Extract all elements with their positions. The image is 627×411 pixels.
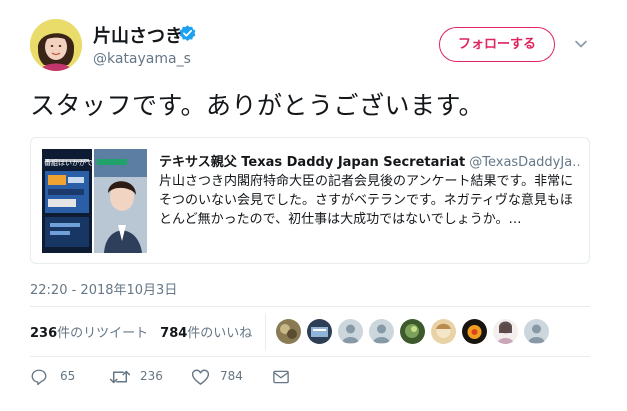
user-handle[interactable]: @katayama_s [93,51,191,67]
liker-avatar[interactable] [338,319,363,344]
liker-avatar[interactable] [276,319,301,344]
tweet-timestamp[interactable]: 22:20 - 2018年10月3日 [30,279,177,298]
divider [30,306,590,307]
quoted-tweet-text: 片山さつき内閣府特命大臣の記者会見後のアンケート結果です。非常にそつのいない会見… [159,174,574,227]
avatar[interactable] [30,19,82,71]
quoted-tweet-media[interactable]: 番組はいかがで [42,149,147,253]
like-count: 784 [220,369,243,383]
media-overlay-text: 番組はいかがで [44,158,93,167]
reply-count: 65 [60,369,76,383]
stats-separator [265,313,266,351]
chevron-down-icon[interactable] [574,37,588,51]
reply-icon [31,369,47,386]
likes-stat[interactable]: 784件のいいね [160,326,252,341]
retweets-count: 236 [30,326,58,341]
quoted-tweet-card[interactable]: 番組はいかがで テキサス親父 Texas Daddy Japan Secreta… [30,137,590,264]
reply-button[interactable]: 65 [30,366,90,388]
divider [30,356,590,357]
follow-button[interactable]: フォローする [439,27,555,62]
tweet-text: スタッフです。ありがとうございます。 [30,91,485,120]
display-name[interactable]: 片山さつき [93,22,183,48]
heart-icon [191,369,210,385]
verified-badge-icon [179,25,196,42]
liker-avatar[interactable] [493,319,518,344]
direct-message-button[interactable] [272,366,296,388]
tweet-stats: 236件のリツイート 784件のいいね [30,322,252,341]
retweet-icon [109,370,131,384]
quoted-tweet-header: テキサス親父 Texas Daddy Japan Secretariat @Tex… [159,151,579,170]
quoted-author-handle[interactable]: @TexasDaddyJa… [469,155,579,170]
retweets-label: 件のリツイート [57,326,149,341]
like-button[interactable]: 784 [191,366,261,388]
liker-avatar[interactable] [307,319,332,344]
quoted-author-name[interactable]: テキサス親父 Texas Daddy Japan Secretariat [159,155,465,170]
likes-count: 784 [160,326,188,341]
retweet-count: 236 [140,369,163,383]
retweets-stat[interactable]: 236件のリツイート [30,326,148,341]
liker-avatar[interactable] [524,319,549,344]
liker-avatar[interactable] [462,319,487,344]
retweet-button[interactable]: 236 [109,366,179,388]
liker-avatar[interactable] [431,319,456,344]
liker-avatar[interactable] [400,319,425,344]
liker-avatar[interactable] [369,319,394,344]
envelope-icon [273,370,289,384]
likes-label: 件のいいね [187,326,253,341]
